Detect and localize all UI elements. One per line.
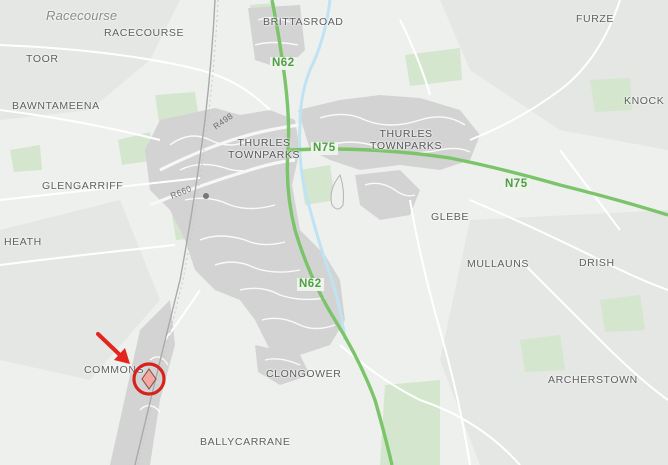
place-label-brittasroad: BRITTASROAD [263, 16, 344, 28]
place-label-ballycarrane: BALLYCARRANE [200, 436, 291, 448]
map-base-layer [0, 0, 668, 465]
place-label-glengarriff: GLENGARRIFF [42, 180, 124, 192]
place-label-toor: TOOR [26, 53, 59, 65]
town-label-line2: TOWNPARKS [228, 149, 301, 161]
place-label-mullauns: MULLAUNS [467, 258, 529, 270]
town-label-line1: THURLES [379, 128, 433, 140]
town-label-line1: THURLES [237, 137, 291, 149]
place-label-clongower: CLONGOWER [266, 368, 342, 380]
town-label-line2: TOWNPARKS [370, 140, 443, 152]
road-shield-n75-east: N75 [503, 178, 530, 191]
town-label-thurles-townparks-west: THURLES TOWNPARKS [228, 137, 300, 161]
place-label-archerstown: ARCHERSTOWN [548, 374, 638, 386]
racecourse-italic-label: Racecourse [46, 8, 118, 23]
place-label-heath: HEATH [4, 236, 42, 248]
road-shield-n62-south: N62 [297, 278, 324, 291]
place-label-racecourse: RACECOURSE [104, 27, 185, 39]
place-label-furze: FURZE [576, 13, 614, 25]
road-shield-n62-north: N62 [270, 57, 297, 70]
map-canvas[interactable]: Racecourse BRITTASROAD RACECOURSE FURZE … [0, 0, 668, 465]
road-shield-n75-center: N75 [311, 142, 338, 155]
place-label-bawntameena: BAWNTAMEENA [12, 100, 100, 112]
property-diamond-icon[interactable] [130, 360, 168, 398]
place-label-drish: DRISH [579, 257, 615, 269]
place-label-knock: KNOCK [624, 95, 665, 107]
place-label-glebe: GLEBE [431, 211, 470, 223]
town-label-thurles-townparks-east: THURLES TOWNPARKS [370, 128, 442, 152]
poi-dot-icon [203, 193, 209, 199]
red-arrow-icon [96, 332, 130, 364]
